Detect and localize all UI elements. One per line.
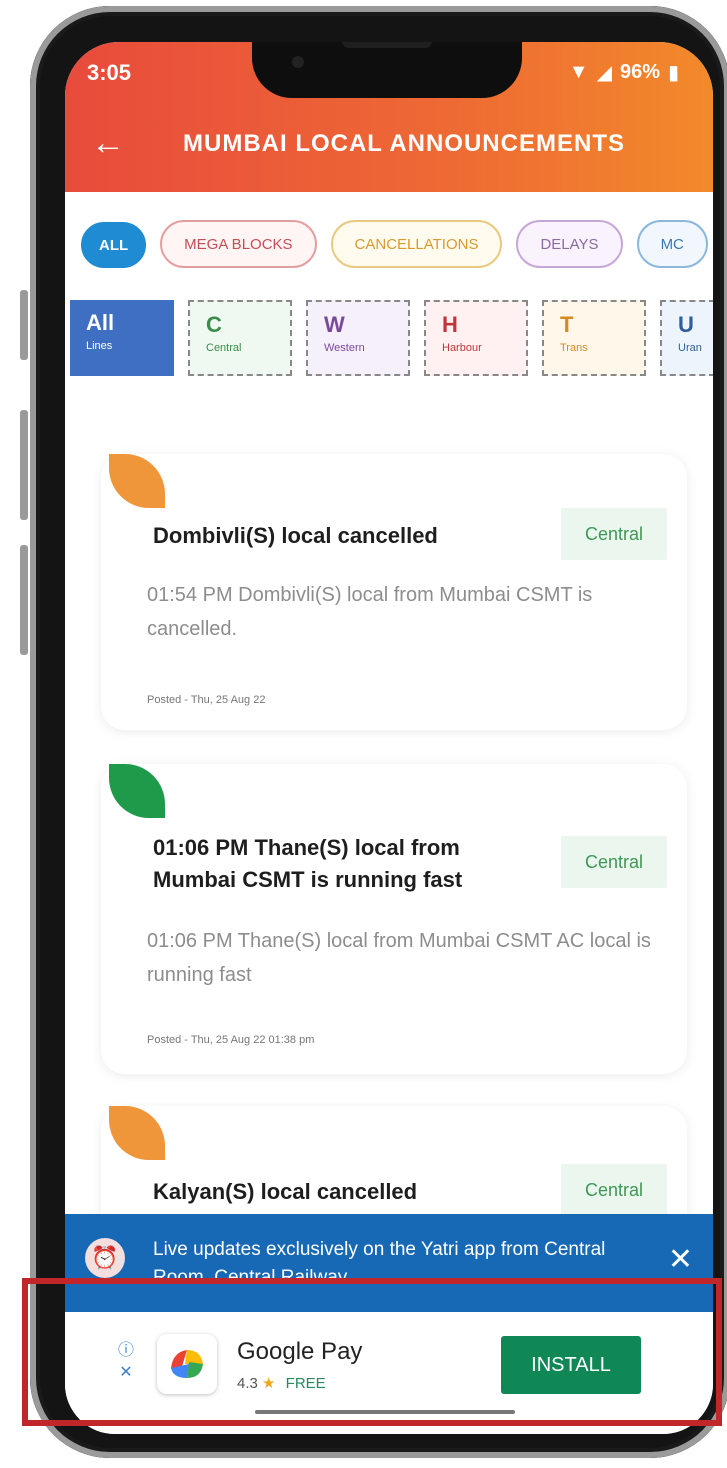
- announcement-card[interactable]: 01:06 PM Thane(S) local from Mumbai CSMT…: [101, 764, 687, 1074]
- line-tile-western[interactable]: W Western: [306, 300, 410, 376]
- announcement-body: 01:06 PM Thane(S) local from Mumbai CSMT…: [147, 930, 651, 986]
- line-code: T: [560, 312, 574, 337]
- ad-rating: 4.3: [237, 1375, 258, 1392]
- line-code: C: [206, 312, 222, 337]
- line-label: Western: [324, 342, 365, 354]
- status-time: 3:05: [87, 60, 132, 85]
- category-filter: ALL MEGA BLOCKS CANCELLATIONS DELAYS MC: [81, 220, 708, 272]
- google-pay-logo-icon: [157, 1334, 217, 1394]
- chip-cancellations[interactable]: CANCELLATIONS: [330, 220, 503, 268]
- ad-close-icon[interactable]: ✕: [115, 1362, 137, 1384]
- chip-delays[interactable]: DELAYS: [516, 220, 623, 268]
- battery-icon: ▮: [667, 62, 679, 84]
- line-tile-uran[interactable]: U Uran: [660, 300, 713, 376]
- info-banner: ⏰ Live updates exclusively on the Yatri …: [65, 1214, 713, 1312]
- line-label: Uran: [678, 342, 702, 354]
- ad-info-icon[interactable]: ⓘ: [115, 1340, 137, 1362]
- line-label: Lines: [86, 340, 113, 352]
- line-badge: Central: [561, 1164, 667, 1216]
- camera: [292, 56, 304, 68]
- line-code: All: [86, 310, 115, 335]
- phone-side-button: [20, 410, 28, 520]
- line-tile-central[interactable]: C Central: [188, 300, 292, 376]
- line-code: W: [324, 312, 345, 337]
- ad-price: FREE: [285, 1375, 326, 1392]
- status-icons: ▼ ◢ 96% ▮: [569, 60, 679, 85]
- announcement-title: Dombivli(S) local cancelled: [153, 523, 438, 548]
- notch: [252, 42, 522, 98]
- line-label: Harbour: [442, 342, 482, 354]
- alarm-clock-icon: ⏰: [85, 1238, 125, 1278]
- banner-close-icon[interactable]: ✕: [668, 1242, 693, 1277]
- phone-side-button: [20, 545, 28, 655]
- line-filter: All Lines C Central W Western H Harbour …: [70, 300, 713, 376]
- wifi-icon: ▼: [568, 61, 589, 83]
- leaf-icon: [109, 1106, 165, 1160]
- line-tile-all[interactable]: All Lines: [70, 300, 174, 376]
- chip-mc[interactable]: MC: [636, 220, 708, 268]
- line-tile-trans[interactable]: T Trans: [542, 300, 646, 376]
- page-title: MUMBAI LOCAL ANNOUNCEMENTS: [183, 130, 625, 157]
- line-code: U: [678, 312, 694, 337]
- leaf-icon: [109, 764, 165, 818]
- ad-banner[interactable]: ⓘ ✕ Google Pay 4.3 ★ FREE INSTALL: [65, 1312, 713, 1434]
- home-indicator[interactable]: [255, 1410, 515, 1414]
- install-button[interactable]: INSTALL: [501, 1336, 641, 1394]
- announcement-title: 01:06 PM Thane(S) local from Mumbai CSMT…: [153, 835, 463, 892]
- announcement-title: Kalyan(S) local cancelled: [153, 1179, 418, 1204]
- speaker: [342, 42, 432, 48]
- banner-text: Live updates exclusively on the Yatri ap…: [153, 1239, 606, 1278]
- app-screen: 3:05 ▼ ◢ 96% ▮ ← MUMBAI LOCAL ANNOUNCEME…: [65, 42, 713, 1434]
- ad-app-name: Google Pay: [237, 1338, 363, 1365]
- ad-info-controls: ⓘ ✕: [115, 1340, 137, 1384]
- ad-app-meta: 4.3 ★ FREE: [237, 1374, 326, 1392]
- line-code: H: [442, 312, 458, 337]
- star-icon: ★: [262, 1375, 276, 1392]
- announcement-card[interactable]: Dombivli(S) local cancelled Central 01:5…: [101, 454, 687, 730]
- chip-mega-blocks[interactable]: MEGA BLOCKS: [160, 220, 317, 268]
- leaf-icon: [109, 454, 165, 508]
- line-badge: Central: [561, 836, 667, 888]
- line-label: Trans: [560, 342, 588, 354]
- back-arrow-icon[interactable]: ←: [91, 126, 125, 160]
- phone-side-button: [20, 290, 28, 360]
- posted-date: Posted - Thu, 25 Aug 22 01:38 pm: [147, 1034, 315, 1046]
- line-label: Central: [206, 342, 242, 354]
- announcement-body: 01:54 PM Dombivli(S) local from Mumbai C…: [147, 584, 593, 640]
- signal-icon: ◢: [596, 62, 612, 84]
- battery-percent: 96%: [619, 61, 660, 83]
- line-badge: Central: [561, 508, 667, 560]
- chip-all[interactable]: ALL: [81, 222, 147, 268]
- line-tile-harbour[interactable]: H Harbour: [424, 300, 528, 376]
- posted-date: Posted - Thu, 25 Aug 22: [147, 694, 266, 706]
